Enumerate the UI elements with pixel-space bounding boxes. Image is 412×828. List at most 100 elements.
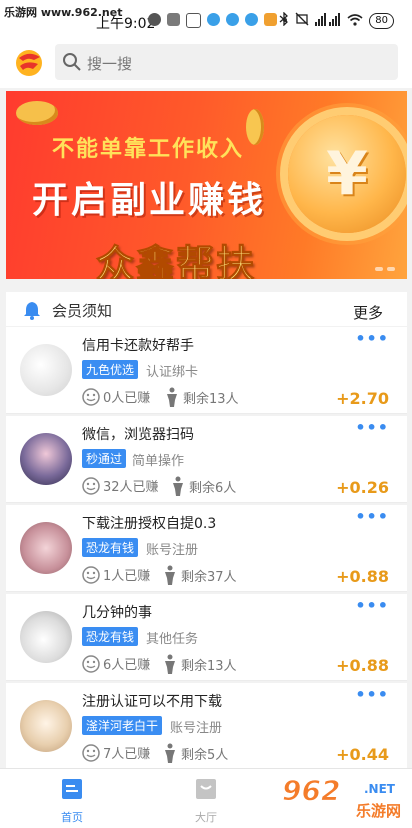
app-icon: [226, 13, 239, 26]
person-icon: [165, 743, 175, 763]
earned-count: 6人已赚: [82, 654, 150, 673]
system-icons: 80: [279, 11, 394, 29]
more-link[interactable]: 更多: [353, 302, 383, 323]
task-reward: +0.26: [336, 478, 389, 497]
task-tag: 滏洋河老白干: [82, 716, 163, 735]
remaining-count: 剩余6人: [170, 476, 236, 496]
task-category: 账号注册: [170, 721, 223, 736]
remaining-text: 剩余13人: [181, 658, 237, 674]
task-thumbnail: [20, 611, 72, 663]
watermark-logo: 962 .NET 乐游网: [281, 772, 406, 822]
promo-banner[interactable]: ¥ 不能单靠工作收入 开启副业赚钱 众鑫帮扶: [6, 91, 407, 279]
more-options-icon[interactable]: •••: [355, 507, 389, 526]
nav-hall[interactable]: 大厅: [176, 777, 236, 825]
nav-home-label: 首页: [61, 811, 83, 824]
task-reward: +0.44: [336, 745, 389, 764]
task-thumbnail: [20, 522, 72, 574]
task-reward: +0.88: [336, 567, 389, 586]
more-options-icon[interactable]: •••: [355, 329, 389, 348]
notification-icons: [148, 13, 287, 28]
search-bar[interactable]: 搜一搜: [55, 44, 398, 80]
task-tag: 九色优选: [82, 360, 139, 379]
watermark-net: .NET: [364, 782, 395, 796]
task-category: 账号注册: [146, 543, 199, 558]
watermark-cn: 乐游网: [356, 802, 402, 820]
earned-count: 32人已赚: [82, 476, 159, 495]
task-title: 信用卡还款好帮手: [82, 338, 194, 354]
task-item[interactable]: 微信，浏览器扫码 ••• 秒通过 简单操作 32人已赚 剩余6人 +0.26: [6, 416, 407, 503]
more-options-icon[interactable]: •••: [355, 596, 389, 615]
earned-text: 32人已赚: [103, 480, 159, 495]
task-item[interactable]: 下载注册授权自提0.3 ••• 恐龙有钱 账号注册 1人已赚 剩余37人 +0.…: [6, 505, 407, 592]
task-title: 微信，浏览器扫码: [82, 427, 194, 443]
task-item[interactable]: 信用卡还款好帮手 ••• 九色优选 认证绑卡 0人已赚 剩余13人 +2.70: [6, 327, 407, 414]
nav-home[interactable]: 首页: [42, 777, 102, 825]
task-category: 简单操作: [132, 454, 185, 469]
more-options-icon[interactable]: •••: [355, 418, 389, 437]
task-thumbnail: [20, 700, 72, 752]
task-tag: 恐龙有钱: [82, 538, 139, 557]
remaining-count: 剩余37人: [162, 565, 237, 585]
app-icon: [207, 13, 220, 26]
earned-count: 0人已赚: [82, 387, 150, 406]
smile-icon: [82, 743, 100, 762]
task-category: 其他任务: [146, 632, 199, 647]
bluetooth-icon: [279, 11, 289, 29]
home-icon: [62, 779, 82, 799]
hall-icon: [196, 779, 216, 799]
app-icon: [264, 13, 277, 26]
task-title: 注册认证可以不用下载: [82, 694, 222, 710]
carousel-indicator: [375, 267, 395, 271]
remaining-text: 剩余5人: [181, 747, 229, 763]
earned-text: 0人已赚: [103, 391, 151, 406]
remaining-count: 剩余5人: [162, 743, 228, 763]
top-header: 搜一搜: [0, 38, 412, 88]
app-logo[interactable]: [14, 48, 44, 78]
app-icon: [186, 13, 201, 28]
earned-count: 7人已赚: [82, 743, 150, 762]
search-icon: [62, 52, 82, 72]
task-list: 信用卡还款好帮手 ••• 九色优选 认证绑卡 0人已赚 剩余13人 +2.70 …: [6, 327, 407, 772]
task-tag: 恐龙有钱: [82, 627, 139, 646]
person-icon: [165, 565, 175, 585]
search-input[interactable]: 搜一搜: [87, 53, 132, 74]
remaining-count: 剩余13人: [162, 654, 237, 674]
task-item[interactable]: 几分钟的事 ••• 恐龙有钱 其他任务 6人已赚 剩余13人 +0.88: [6, 594, 407, 681]
watermark-brand: 962: [281, 774, 341, 808]
wechat-icon: [148, 13, 161, 26]
app-icon: [245, 13, 258, 26]
mute-icon: [295, 12, 309, 29]
smile-icon: [82, 387, 100, 406]
task-category: 认证绑卡: [146, 365, 199, 380]
remaining-text: 剩余6人: [189, 480, 237, 496]
member-notice-row: 会员须知 更多: [6, 292, 407, 326]
banner-brand-name: 众鑫帮扶: [95, 242, 257, 280]
yen-symbol: ¥: [326, 139, 368, 209]
more-options-icon[interactable]: •••: [355, 685, 389, 704]
remaining-text: 剩余13人: [183, 391, 239, 407]
play-icon: [167, 13, 180, 26]
task-title: 几分钟的事: [82, 605, 152, 621]
task-reward: +2.70: [336, 389, 389, 408]
battery-indicator: 80: [369, 12, 394, 29]
notice-title: 会员须知: [52, 302, 113, 320]
person-icon: [165, 654, 175, 674]
remaining-text: 剩余37人: [181, 569, 237, 585]
nav-hall-label: 大厅: [195, 811, 217, 824]
person-icon: [173, 476, 183, 496]
remaining-count: 剩余13人: [164, 387, 239, 407]
coin-graphic: [16, 101, 58, 125]
wifi-icon: [347, 13, 363, 29]
bell-icon: [22, 300, 42, 320]
status-time: 上午9:02: [96, 16, 156, 32]
coin-graphic: [246, 109, 264, 145]
earned-text: 1人已赚: [103, 569, 151, 584]
smile-icon: [82, 654, 100, 673]
earned-text: 7人已赚: [103, 747, 151, 762]
task-title: 下载注册授权自提0.3: [82, 516, 217, 532]
smile-icon: [82, 565, 100, 584]
task-tag: 秒通过: [82, 449, 127, 468]
smile-icon: [82, 476, 100, 495]
task-item[interactable]: 注册认证可以不用下载 ••• 滏洋河老白干 账号注册 7人已赚 剩余5人 +0.…: [6, 683, 407, 770]
task-thumbnail: [20, 344, 72, 396]
